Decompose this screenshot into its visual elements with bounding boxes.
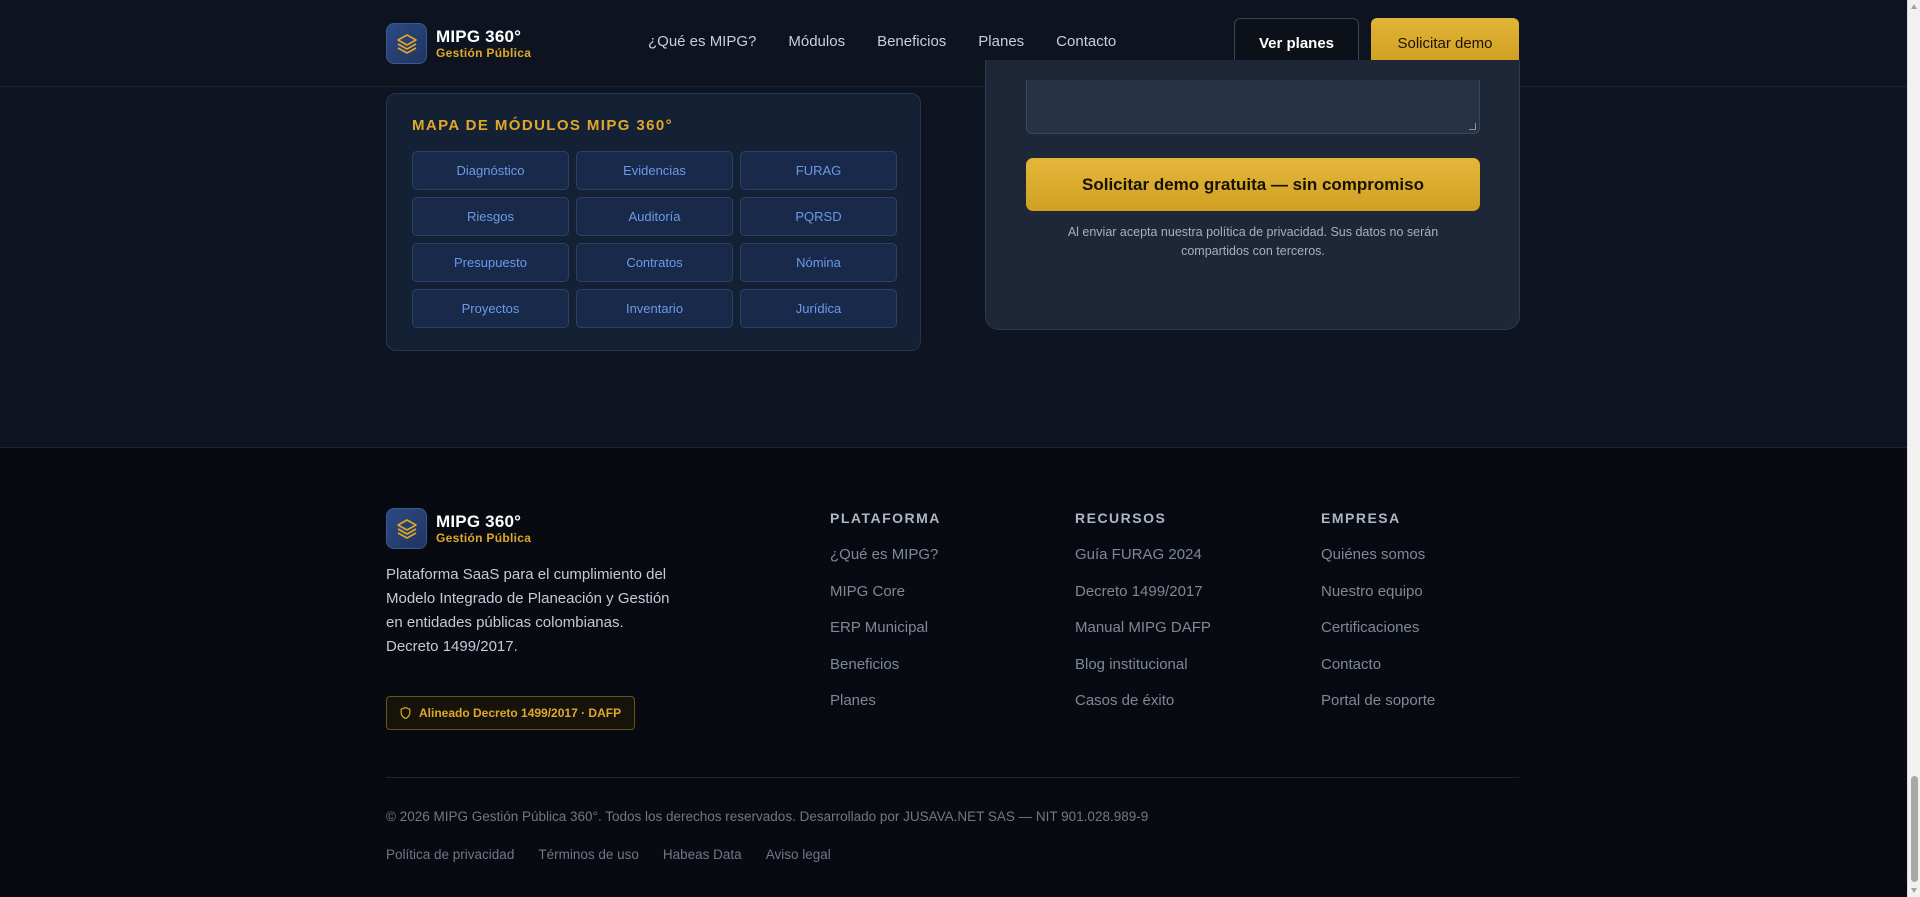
legal-link-terminos[interactable]: Términos de uso <box>538 847 639 862</box>
decreto-badge-label: Alineado Decreto 1499/2017 · DAFP <box>419 706 622 720</box>
page-scrollbar[interactable] <box>1907 0 1920 897</box>
modules-map-title: MAPA DE MÓDULOS MIPG 360° <box>412 117 674 134</box>
legal-links: Política de privacidad Términos de uso H… <box>386 847 855 862</box>
legal-link-privacidad[interactable]: Política de privacidad <box>386 847 514 862</box>
footer-link[interactable]: Nuestro equipo <box>1321 583 1435 620</box>
header-logo[interactable]: MIPG 360° Gestión Pública <box>386 23 531 64</box>
module-grid: Diagnóstico Evidencias FURAG Riesgos Aud… <box>412 151 897 328</box>
scroll-down-icon[interactable] <box>1911 888 1917 893</box>
footer-link[interactable]: Beneficios <box>830 656 941 693</box>
layers-icon <box>386 508 427 549</box>
modules-map-card: MAPA DE MÓDULOS MIPG 360° Diagnóstico Ev… <box>386 93 921 351</box>
nav-que-es-mipg[interactable]: ¿Qué es MIPG? <box>648 33 756 50</box>
brand-title: MIPG 360° <box>436 27 522 46</box>
footer-col-recursos: RECURSOS Guía FURAG 2024 Decreto 1499/20… <box>1075 510 1211 729</box>
module-riesgos[interactable]: Riesgos <box>412 197 569 236</box>
footer-divider <box>386 777 1519 778</box>
footer-col-empresa: EMPRESA Quiénes somos Nuestro equipo Cer… <box>1321 510 1435 729</box>
privacy-note: Al enviar acepta nuestra política de pri… <box>1046 223 1460 261</box>
footer-col-title: RECURSOS <box>1075 510 1167 526</box>
footer-link[interactable]: Casos de éxito <box>1075 692 1211 729</box>
demo-form-card: Solicitar demo gratuita — sin compromiso… <box>985 60 1520 330</box>
footer-link[interactable]: Manual MIPG DAFP <box>1075 619 1211 656</box>
module-diagnostico[interactable]: Diagnóstico <box>412 151 569 190</box>
footer-link[interactable]: MIPG Core <box>830 583 941 620</box>
submit-demo-button[interactable]: Solicitar demo gratuita — sin compromiso <box>1026 158 1480 211</box>
footer-brand-subtitle: Gestión Pública <box>436 531 532 545</box>
module-inventario[interactable]: Inventario <box>576 289 733 328</box>
site-footer: MIPG 360° Gestión Pública Plataforma Saa… <box>0 448 1907 897</box>
module-pqrsd[interactable]: PQRSD <box>740 197 897 236</box>
module-evidencias[interactable]: Evidencias <box>576 151 733 190</box>
resize-handle-icon[interactable] <box>1469 123 1476 130</box>
footer-link[interactable]: Blog institucional <box>1075 656 1211 693</box>
module-furag[interactable]: FURAG <box>740 151 897 190</box>
module-presupuesto[interactable]: Presupuesto <box>412 243 569 282</box>
footer-description: Plataforma SaaS para el cumplimiento del… <box>386 566 670 655</box>
shield-icon <box>400 706 411 720</box>
legal-link-habeas-data[interactable]: Habeas Data <box>663 847 742 862</box>
module-nomina[interactable]: Nómina <box>740 243 897 282</box>
footer-col-title: PLATAFORMA <box>830 510 941 526</box>
footer-col-title: EMPRESA <box>1321 510 1401 526</box>
layers-icon <box>386 23 427 64</box>
footer-col-plataforma: PLATAFORMA ¿Qué es MIPG? MIPG Core ERP M… <box>830 510 941 729</box>
footer-link[interactable]: Decreto 1499/2017 <box>1075 583 1211 620</box>
module-auditoria[interactable]: Auditoría <box>576 197 733 236</box>
scrollbar-thumb[interactable] <box>1911 776 1918 882</box>
footer-link[interactable]: Guía FURAG 2024 <box>1075 546 1211 583</box>
module-contratos[interactable]: Contratos <box>576 243 733 282</box>
nav-contacto[interactable]: Contacto <box>1056 33 1116 50</box>
footer-link[interactable]: Contacto <box>1321 656 1435 693</box>
module-proyectos[interactable]: Proyectos <box>412 289 569 328</box>
footer-link[interactable]: ERP Municipal <box>830 619 941 656</box>
decreto-badge: Alineado Decreto 1499/2017 · DAFP <box>386 696 636 730</box>
nav-modulos[interactable]: Módulos <box>788 33 845 50</box>
footer-brand-title: MIPG 360° <box>436 512 522 531</box>
brand-subtitle: Gestión Pública <box>436 46 532 60</box>
module-juridica[interactable]: Jurídica <box>740 289 897 328</box>
footer-logo[interactable]: MIPG 360° Gestión Pública <box>386 508 531 549</box>
site-header: MIPG 360° Gestión Pública ¿Qué es MIPG? … <box>0 0 1907 87</box>
page: MIPG 360° Gestión Pública ¿Qué es MIPG? … <box>0 0 1920 897</box>
main-nav: ¿Qué es MIPG? Módulos Beneficios Planes … <box>648 33 1148 50</box>
nav-planes[interactable]: Planes <box>978 33 1024 50</box>
footer-link[interactable]: Planes <box>830 692 941 729</box>
footer-link[interactable]: Portal de soporte <box>1321 692 1435 729</box>
nav-beneficios[interactable]: Beneficios <box>877 33 946 50</box>
privacy-line-2: compartidos con terceros. <box>1181 244 1325 258</box>
footer-link[interactable]: Certificaciones <box>1321 619 1435 656</box>
footer-link[interactable]: ¿Qué es MIPG? <box>830 546 941 583</box>
legal-link-aviso-legal[interactable]: Aviso legal <box>766 847 831 862</box>
message-textarea[interactable] <box>1026 80 1480 134</box>
scroll-up-icon[interactable] <box>1911 4 1917 9</box>
privacy-line-1: Al enviar acepta nuestra política de pri… <box>1067 225 1439 239</box>
copyright-text: © 2026 MIPG Gestión Pública 360°. Todos … <box>386 809 1149 824</box>
footer-link[interactable]: Quiénes somos <box>1321 546 1435 583</box>
